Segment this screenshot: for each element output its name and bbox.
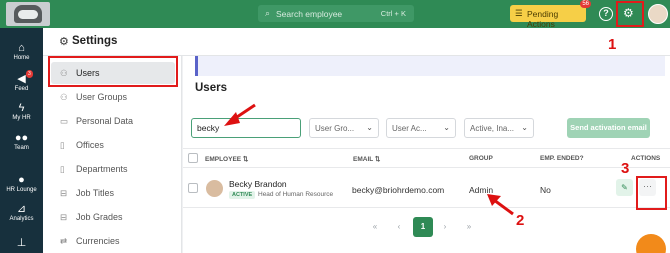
- annotation-step-3: 3: [621, 160, 630, 177]
- annotation-arrows: [224, 103, 514, 216]
- annotation-step-2: 2: [516, 212, 525, 229]
- annotation-step-1: 1: [608, 36, 617, 53]
